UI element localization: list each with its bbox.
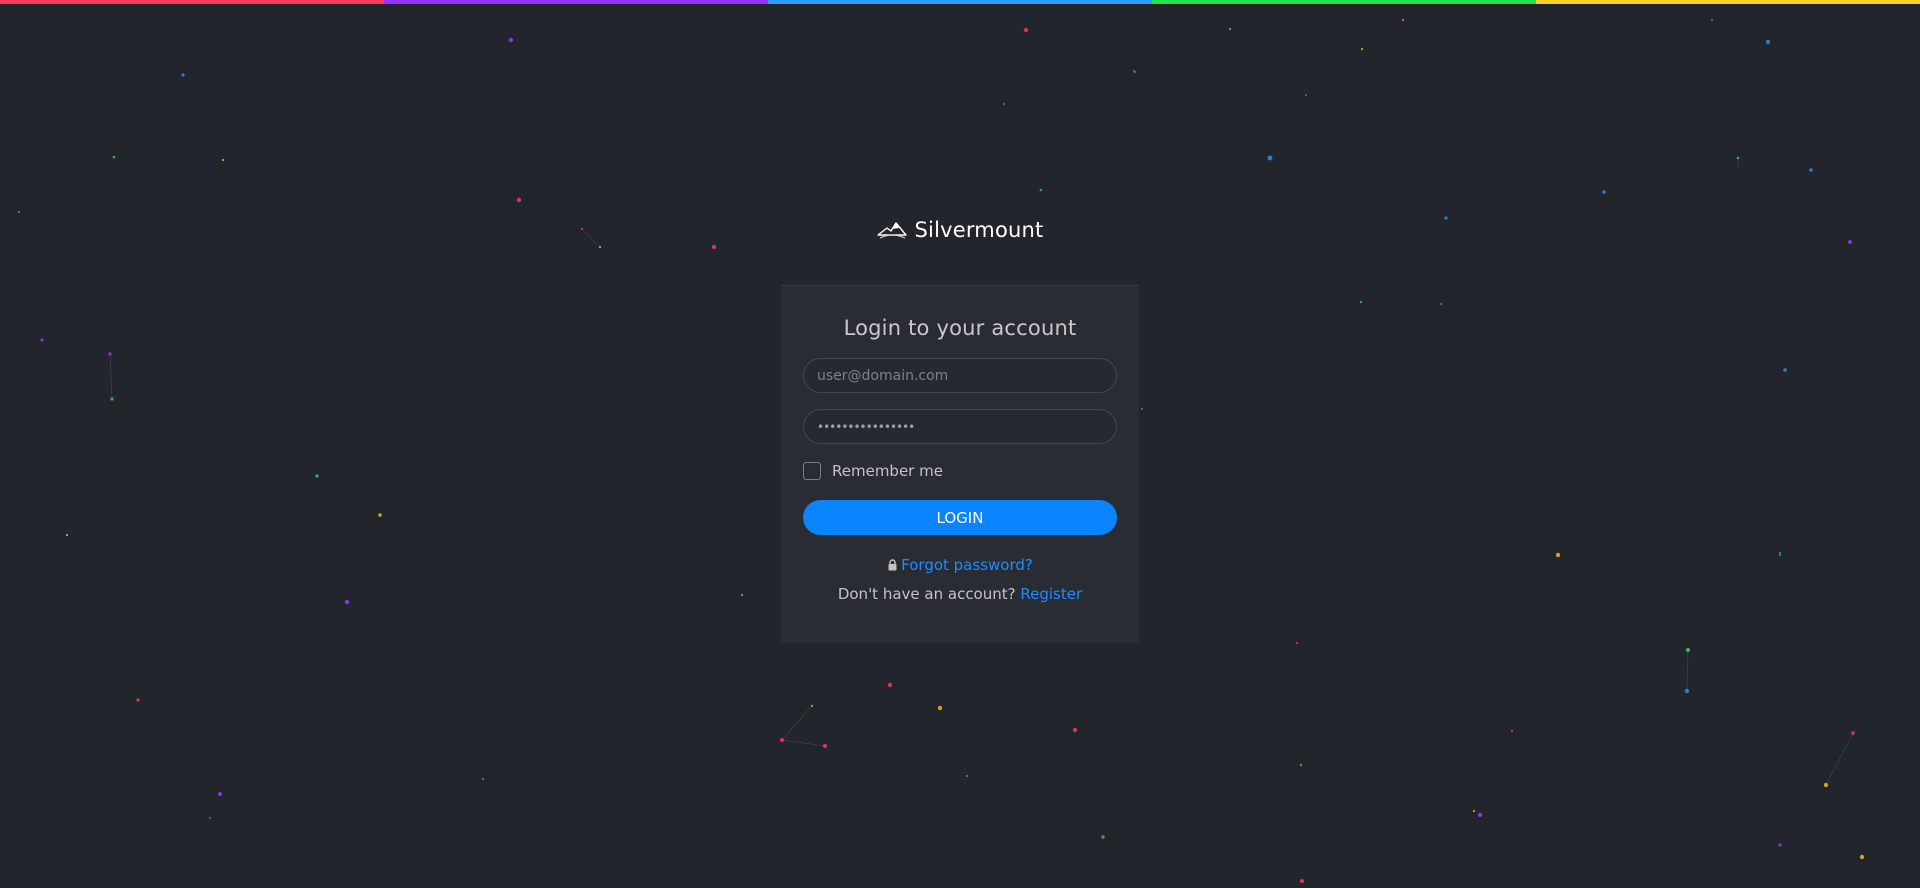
particle-dot (1072, 727, 1078, 733)
login-button[interactable]: LOGIN (803, 500, 1117, 535)
particle-dot (1823, 782, 1829, 788)
particle-dot (1439, 302, 1443, 306)
particle-dot (1300, 879, 1304, 883)
particle-dot (136, 698, 140, 702)
particle-dot (937, 705, 943, 711)
particle-dot (65, 533, 69, 537)
particle-dot (1039, 188, 1043, 192)
particle-dot (181, 73, 185, 77)
particle-dot (1510, 729, 1514, 733)
brand-header: Silvermount (0, 218, 1920, 242)
particle-dot (1711, 19, 1713, 21)
particle-dot (1859, 854, 1865, 860)
particle-dot (1778, 553, 1782, 557)
particle-dot (1360, 47, 1364, 51)
particle-dot (209, 817, 211, 819)
particle-dot (1602, 190, 1606, 194)
lock-icon (888, 559, 897, 571)
particle-dot (17, 210, 21, 214)
particle-dot (711, 244, 717, 250)
password-input[interactable] (803, 409, 1117, 444)
forgot-password-row: Forgot password? (803, 556, 1117, 574)
particle-dot (810, 704, 814, 708)
register-link[interactable]: Register (1020, 585, 1082, 603)
particle-dot (1783, 368, 1787, 372)
login-card: Login to your account Remember me LOGIN … (781, 285, 1139, 643)
register-row: Don't have an account? Register (803, 585, 1117, 603)
particle-dot (1685, 647, 1691, 653)
particle-dot (1851, 731, 1855, 735)
particle-dot (1402, 19, 1404, 21)
particle-dot (218, 792, 222, 796)
particle-link (781, 705, 813, 741)
particle-dot (740, 593, 744, 597)
forgot-password-label: Forgot password? (901, 556, 1033, 574)
particle-dot (1023, 27, 1029, 33)
particle-dot (108, 352, 112, 356)
forgot-password-link[interactable]: Forgot password? (887, 556, 1033, 574)
particle-dot (516, 197, 522, 203)
remember-me-row[interactable]: Remember me (803, 460, 1117, 482)
particle-dot (344, 599, 350, 605)
particle-dot (110, 397, 114, 401)
particle-dot (598, 245, 602, 249)
particle-dot (1809, 168, 1813, 172)
particle-dot (1778, 551, 1782, 555)
particle-dot (1359, 300, 1363, 304)
register-prompt: Don't have an account? (837, 585, 1016, 603)
particle-dot (1778, 843, 1782, 847)
particle-dot (1555, 552, 1561, 558)
particle-dot (1765, 39, 1771, 45)
particle-link (1825, 732, 1854, 786)
particle-dot (1305, 94, 1307, 96)
particle-dot (40, 338, 44, 342)
particle-dot (1003, 103, 1005, 105)
mountain-icon (876, 222, 907, 239)
particle-dot (1299, 763, 1303, 767)
email-input[interactable] (803, 358, 1117, 393)
particle-dot (823, 744, 827, 748)
particle-dot (1101, 835, 1105, 839)
particle-link (109, 353, 113, 400)
remember-me-label: Remember me (832, 462, 943, 480)
particle-dot (378, 513, 382, 517)
particle-dot (315, 474, 319, 478)
particle-dot (1133, 70, 1135, 72)
particle-dot (887, 682, 893, 688)
particle-dot (1228, 27, 1232, 31)
particle-dot (1684, 688, 1690, 694)
particle-dot (780, 738, 784, 742)
particle-dot (508, 37, 514, 43)
particle-dot (482, 778, 484, 780)
particle-dot (1141, 408, 1143, 410)
particle-dot (1295, 641, 1299, 645)
particle-link (1686, 649, 1689, 692)
particle-dot (1736, 156, 1740, 160)
remember-me-checkbox[interactable] (803, 462, 821, 480)
login-title: Login to your account (843, 316, 1077, 340)
particle-dot (221, 158, 225, 162)
particle-dot (966, 775, 968, 777)
brand-name: Silvermount (914, 218, 1044, 242)
particle-dot (1477, 812, 1483, 818)
particle-dot (1267, 155, 1273, 161)
particle-dot (1472, 809, 1476, 813)
particle-link (781, 739, 826, 747)
particle-dot (112, 155, 116, 159)
